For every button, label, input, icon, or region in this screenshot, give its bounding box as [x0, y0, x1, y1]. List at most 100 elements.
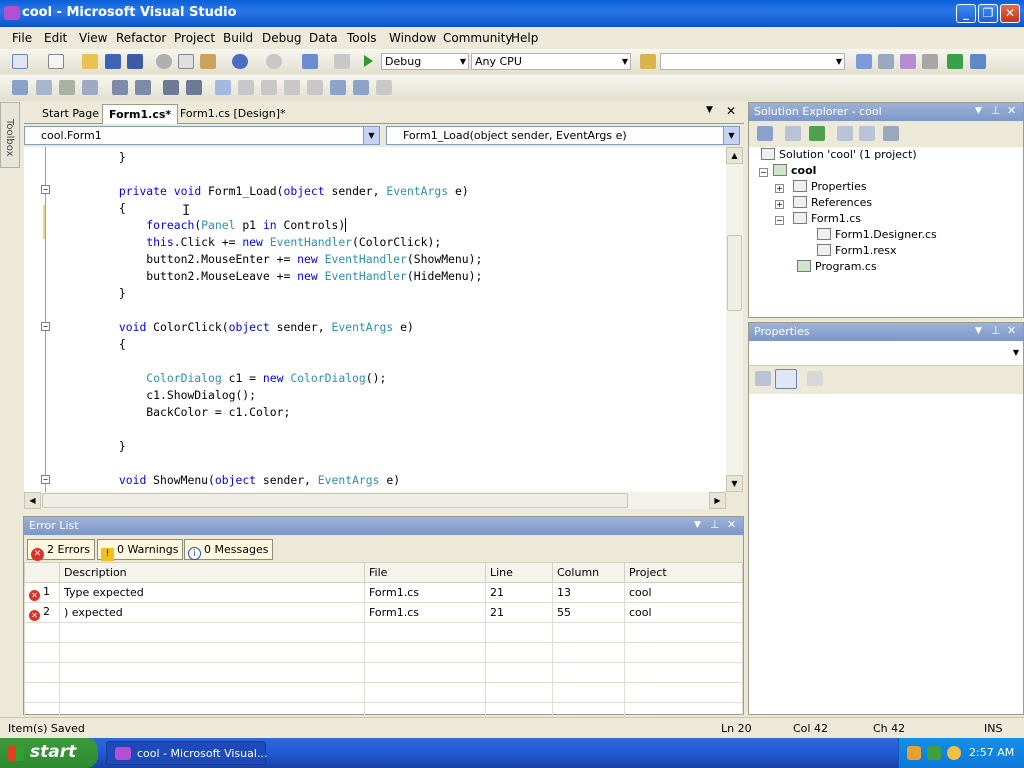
next-bookmark-icon[interactable]	[261, 80, 277, 95]
increase-indent-icon[interactable]	[135, 80, 151, 95]
close-button[interactable]: ✕	[1000, 4, 1020, 23]
view-designer-icon[interactable]	[859, 126, 875, 141]
table-row[interactable]: ✕ 1 Type expected Form1.cs 21 13 cool	[24, 582, 743, 603]
column-header-line[interactable]: Line	[485, 562, 553, 583]
menu-tools[interactable]: Tools	[347, 31, 377, 45]
member-dropdown[interactable]: Form1_Load(object sender, EventArgs e) ▼	[386, 126, 740, 145]
editor-horizontal-scrollbar[interactable]: ◀ ▶	[24, 492, 726, 509]
property-pages-icon[interactable]	[807, 371, 823, 386]
tree-form1-designer-cs[interactable]: Form1.Designer.cs	[817, 228, 937, 241]
scroll-up-icon[interactable]: ▲	[726, 147, 743, 164]
tab-form1-cs[interactable]: Form1.cs*	[102, 104, 179, 124]
previous-bookmark-in-document-icon[interactable]	[330, 80, 346, 95]
show-all-files-icon[interactable]	[785, 126, 801, 141]
view-class-diagram-icon[interactable]	[883, 126, 899, 141]
start-page-icon[interactable]	[947, 54, 963, 69]
undo-icon[interactable]	[232, 54, 248, 69]
column-header-column[interactable]: Column	[552, 562, 625, 583]
scroll-down-icon[interactable]: ▼	[726, 475, 743, 492]
table-row[interactable]: ✕ 2 ) expected Form1.cs 21 55 cool	[24, 602, 743, 623]
class-dropdown[interactable]: cool.Form1 ▼	[24, 126, 380, 145]
app-icon[interactable]	[4, 6, 20, 20]
menu-build[interactable]: Build	[223, 31, 253, 45]
menu-project[interactable]: Project	[174, 31, 215, 45]
menu-data[interactable]: Data	[309, 31, 338, 45]
messages-filter-button[interactable]: i0 Messages	[184, 539, 274, 560]
scroll-thumb[interactable]	[42, 493, 628, 508]
column-header-project[interactable]: Project	[624, 562, 743, 583]
refresh-icon[interactable]	[809, 126, 825, 141]
save-all-icon[interactable]	[127, 54, 143, 69]
restore-button[interactable]: ❐	[978, 4, 998, 23]
tree-solution[interactable]: Solution 'cool' (1 project)	[761, 148, 917, 161]
menu-file[interactable]: File	[12, 31, 32, 45]
toolbox-icon[interactable]	[922, 54, 938, 69]
panel-menu-icon[interactable]: ▼	[975, 326, 982, 336]
new-project-icon[interactable]	[12, 54, 28, 69]
tree-form1-resx[interactable]: Form1.resx	[817, 244, 897, 257]
navigate-backward-icon[interactable]	[302, 54, 318, 69]
scroll-thumb[interactable]	[727, 235, 742, 311]
menu-window[interactable]: Window	[389, 31, 436, 45]
collapse-icon[interactable]: −	[775, 216, 784, 225]
solution-platform-select[interactable]: Any CPU ▼	[471, 53, 631, 70]
alphabetical-icon[interactable]	[775, 369, 797, 389]
collapse-toggle[interactable]: −	[41, 475, 50, 484]
toolbox-tab[interactable]: Toolbox	[0, 102, 20, 168]
tray-clock[interactable]: 2:57 AM	[969, 746, 1014, 759]
add-item-icon[interactable]	[48, 54, 64, 69]
copy-icon[interactable]	[178, 54, 194, 69]
title-bar[interactable]: cool - Microsoft Visual Studio _ ❐ ✕	[0, 0, 1024, 27]
start-debugging-icon[interactable]	[364, 55, 373, 67]
tray-security-icon[interactable]	[927, 746, 941, 760]
close-icon[interactable]: ✕	[727, 518, 736, 531]
start-button[interactable]: start	[0, 738, 98, 768]
collapse-toggle[interactable]: −	[41, 322, 50, 331]
menu-community[interactable]: Community	[443, 31, 512, 45]
decrease-indent-icon[interactable]	[112, 80, 128, 95]
editor-vertical-scrollbar[interactable]: ▲ ▼	[726, 147, 743, 492]
categorized-icon[interactable]	[755, 371, 771, 386]
next-bookmark-in-document-icon[interactable]	[353, 80, 369, 95]
toggle-bookmark-icon[interactable]	[215, 80, 231, 95]
panel-menu-icon[interactable]: ▼	[694, 520, 701, 530]
find-in-files-icon[interactable]	[640, 54, 656, 69]
tab-start-page[interactable]: Start Page	[36, 104, 105, 124]
complete-word-icon[interactable]	[82, 80, 98, 95]
previous-bookmark-icon[interactable]	[238, 80, 254, 95]
pin-icon[interactable]: ⊥	[991, 324, 1001, 337]
display-parameter-info-icon[interactable]	[36, 80, 52, 95]
tree-project[interactable]: cool	[773, 164, 816, 177]
previous-bookmark-in-folder-icon[interactable]	[284, 80, 300, 95]
open-folder-icon[interactable]	[82, 54, 98, 69]
taskbar-item-visual-studio[interactable]: cool - Microsoft Visual...	[106, 741, 267, 765]
pin-icon[interactable]: ⊥	[991, 104, 1001, 117]
warnings-filter-button[interactable]: ! 0 Warnings	[97, 539, 184, 561]
panel-menu-icon[interactable]: ▼	[975, 106, 982, 116]
object-selector[interactable]: ▼	[749, 342, 1023, 366]
close-icon[interactable]: ✕	[1007, 104, 1016, 117]
column-header-description[interactable]: Description	[59, 562, 365, 583]
view-code-icon[interactable]	[837, 126, 853, 141]
next-bookmark-in-folder-icon[interactable]	[307, 80, 323, 95]
paste-icon[interactable]	[200, 54, 216, 69]
tree-properties[interactable]: Properties	[793, 180, 867, 193]
cut-icon[interactable]	[156, 54, 172, 69]
menu-help[interactable]: Help	[511, 31, 538, 45]
scroll-left-icon[interactable]: ◀	[24, 492, 41, 509]
close-icon[interactable]: ✕	[1007, 324, 1016, 337]
tab-list-dropdown-icon[interactable]: ▼	[706, 105, 713, 115]
code-editor[interactable]: − − − } private void Form1_Load(object s…	[24, 147, 726, 492]
display-quick-info-icon[interactable]	[59, 80, 75, 95]
expand-icon[interactable]: +	[775, 200, 784, 209]
properties-window-icon[interactable]	[878, 54, 894, 69]
column-header-icon[interactable]	[24, 562, 60, 583]
object-browser-icon[interactable]	[900, 54, 916, 69]
tree-program-cs[interactable]: Program.cs	[797, 260, 877, 273]
collapse-toggle[interactable]: −	[41, 185, 50, 194]
properties-icon[interactable]	[757, 126, 773, 141]
collapse-icon[interactable]: −	[759, 168, 768, 177]
pin-icon[interactable]: ⊥	[710, 518, 720, 531]
column-header-file[interactable]: File	[364, 562, 486, 583]
menu-debug[interactable]: Debug	[262, 31, 301, 45]
